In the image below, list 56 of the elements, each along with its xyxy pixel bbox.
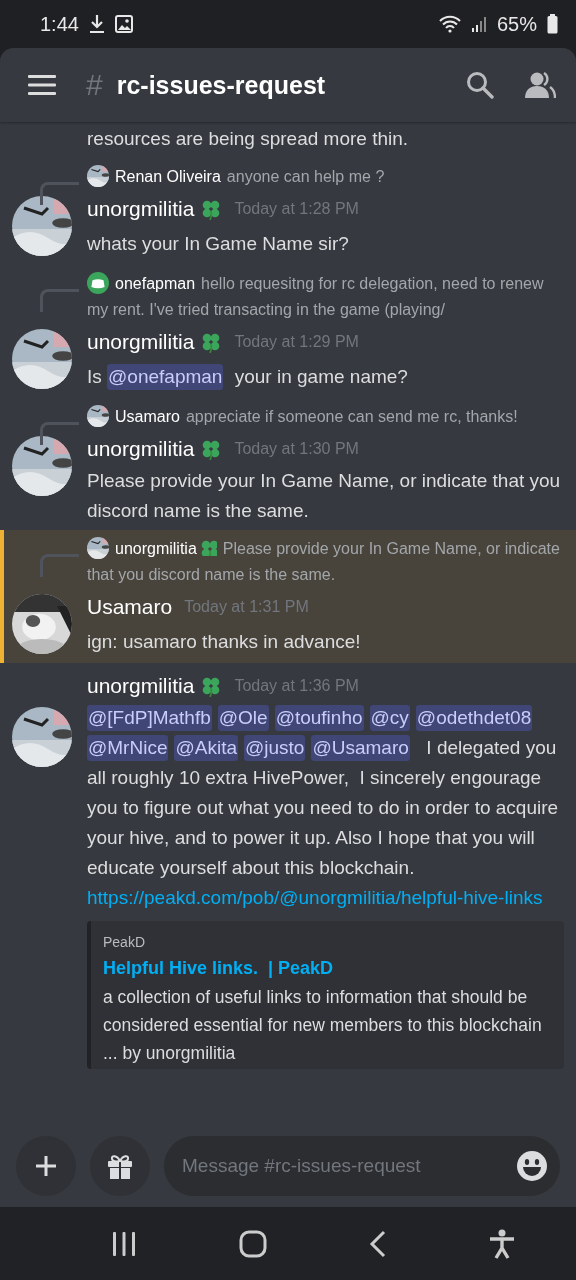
message-time: Today at 1:31 PM xyxy=(184,598,309,616)
message-text: whats your In Game Name sir? xyxy=(87,231,350,256)
user-mention[interactable]: @toufinho xyxy=(274,705,364,731)
message-text: @[FdP]Mathfb @Ole @toufinho @cy @odethdet08 @MrNice @Akita @justo @Usamaro I delegated you all roughly 10 extra HivePower, I sincerely engourage you to figure out what you need to do in order to acquire your hive, and to power it up. Also I hope that you will educate yourself about this blockchain. https://peakd.com/pob/@unorgmilitia/helpful-hive-links xyxy=(87,703,564,913)
download-icon xyxy=(88,14,105,34)
message-link[interactable]: https://peakd.com/pob/@unorgmilitia/helpful-hive-links xyxy=(87,883,564,913)
image-icon xyxy=(114,15,133,33)
user-mention[interactable]: @cy xyxy=(369,705,410,731)
back-icon[interactable] xyxy=(369,1229,387,1258)
signal-icon xyxy=(470,15,487,33)
reply-preview[interactable]: unorgmilitia Please provide your In Game Name, or indicate that you discord name is the same. xyxy=(87,536,564,588)
channel-title: rc-issues-request xyxy=(116,70,327,100)
message-time: Today at 1:30 PM xyxy=(234,440,359,458)
status-time: 1:44 xyxy=(40,12,79,36)
message-text: Please provide your In Game Name, or indicate that you discord name is the same. xyxy=(87,469,562,523)
reply-preview[interactable]: Renan Oliveira anyone can help me ? xyxy=(87,164,564,190)
home-icon[interactable] xyxy=(239,1229,267,1258)
members-icon[interactable] xyxy=(524,71,556,99)
author-name[interactable]: unorgmilitia xyxy=(87,437,195,461)
battery-icon xyxy=(547,14,558,34)
message-time: Today at 1:29 PM xyxy=(234,333,359,351)
user-mention[interactable]: @odethdet08 xyxy=(415,705,533,731)
message-text: resources are being spread more thin. xyxy=(87,127,410,151)
accessibility-icon[interactable] xyxy=(489,1228,515,1259)
recent-apps-icon[interactable] xyxy=(111,1230,137,1257)
battery-percent: 65% xyxy=(496,12,537,36)
embed-title[interactable]: Helpful Hive links. | PeakD xyxy=(103,953,550,983)
user-mention[interactable]: @onefapman xyxy=(107,363,224,390)
emoji-icon[interactable] xyxy=(516,1150,548,1182)
user-mention[interactable]: @[FdP]Mathfb xyxy=(87,705,212,731)
embed-description: a collection of useful links to information that should be considered essential for new members to this blockchain ... by unorgmilitia xyxy=(103,986,543,1065)
author-name[interactable]: unorgmilitia xyxy=(87,674,195,698)
reply-connector xyxy=(40,554,79,577)
author-name[interactable]: Usamaro xyxy=(87,595,173,619)
message-time: Today at 1:28 PM xyxy=(234,200,359,218)
channel-hash: # xyxy=(86,68,103,102)
user-mention[interactable]: @Ole xyxy=(217,705,269,731)
reply-connector xyxy=(40,289,79,312)
author-name[interactable]: unorgmilitia xyxy=(87,330,195,354)
message-text: ign: usamaro thanks in advance! xyxy=(87,629,362,654)
message-text: Is @onefapman your in game name? xyxy=(87,361,564,394)
user-mention[interactable]: @Akita xyxy=(174,735,238,761)
reply-preview[interactable]: onefapman hello requesitng for rc delegation, need to renew my rent. I've tried transacting in the game (playing/ xyxy=(87,271,564,323)
menu-icon[interactable] xyxy=(28,74,56,96)
message-field[interactable]: Message #rc-issues-request xyxy=(164,1136,560,1196)
user-mention[interactable]: @MrNice xyxy=(87,735,169,761)
default-avatar-icon xyxy=(87,271,109,294)
embed-provider: PeakD xyxy=(103,933,147,952)
search-icon[interactable] xyxy=(466,71,494,99)
message-time: Today at 1:36 PM xyxy=(234,677,359,695)
user-mention[interactable]: @justo xyxy=(244,735,306,761)
author-name[interactable]: unorgmilitia xyxy=(87,197,195,221)
reply-preview[interactable]: Usamaro appreciate if someone can send me rc, thanks! xyxy=(87,404,564,430)
wifi-icon xyxy=(438,15,461,33)
user-mention[interactable]: @Usamaro xyxy=(311,735,410,761)
plus-icon xyxy=(34,1154,58,1178)
